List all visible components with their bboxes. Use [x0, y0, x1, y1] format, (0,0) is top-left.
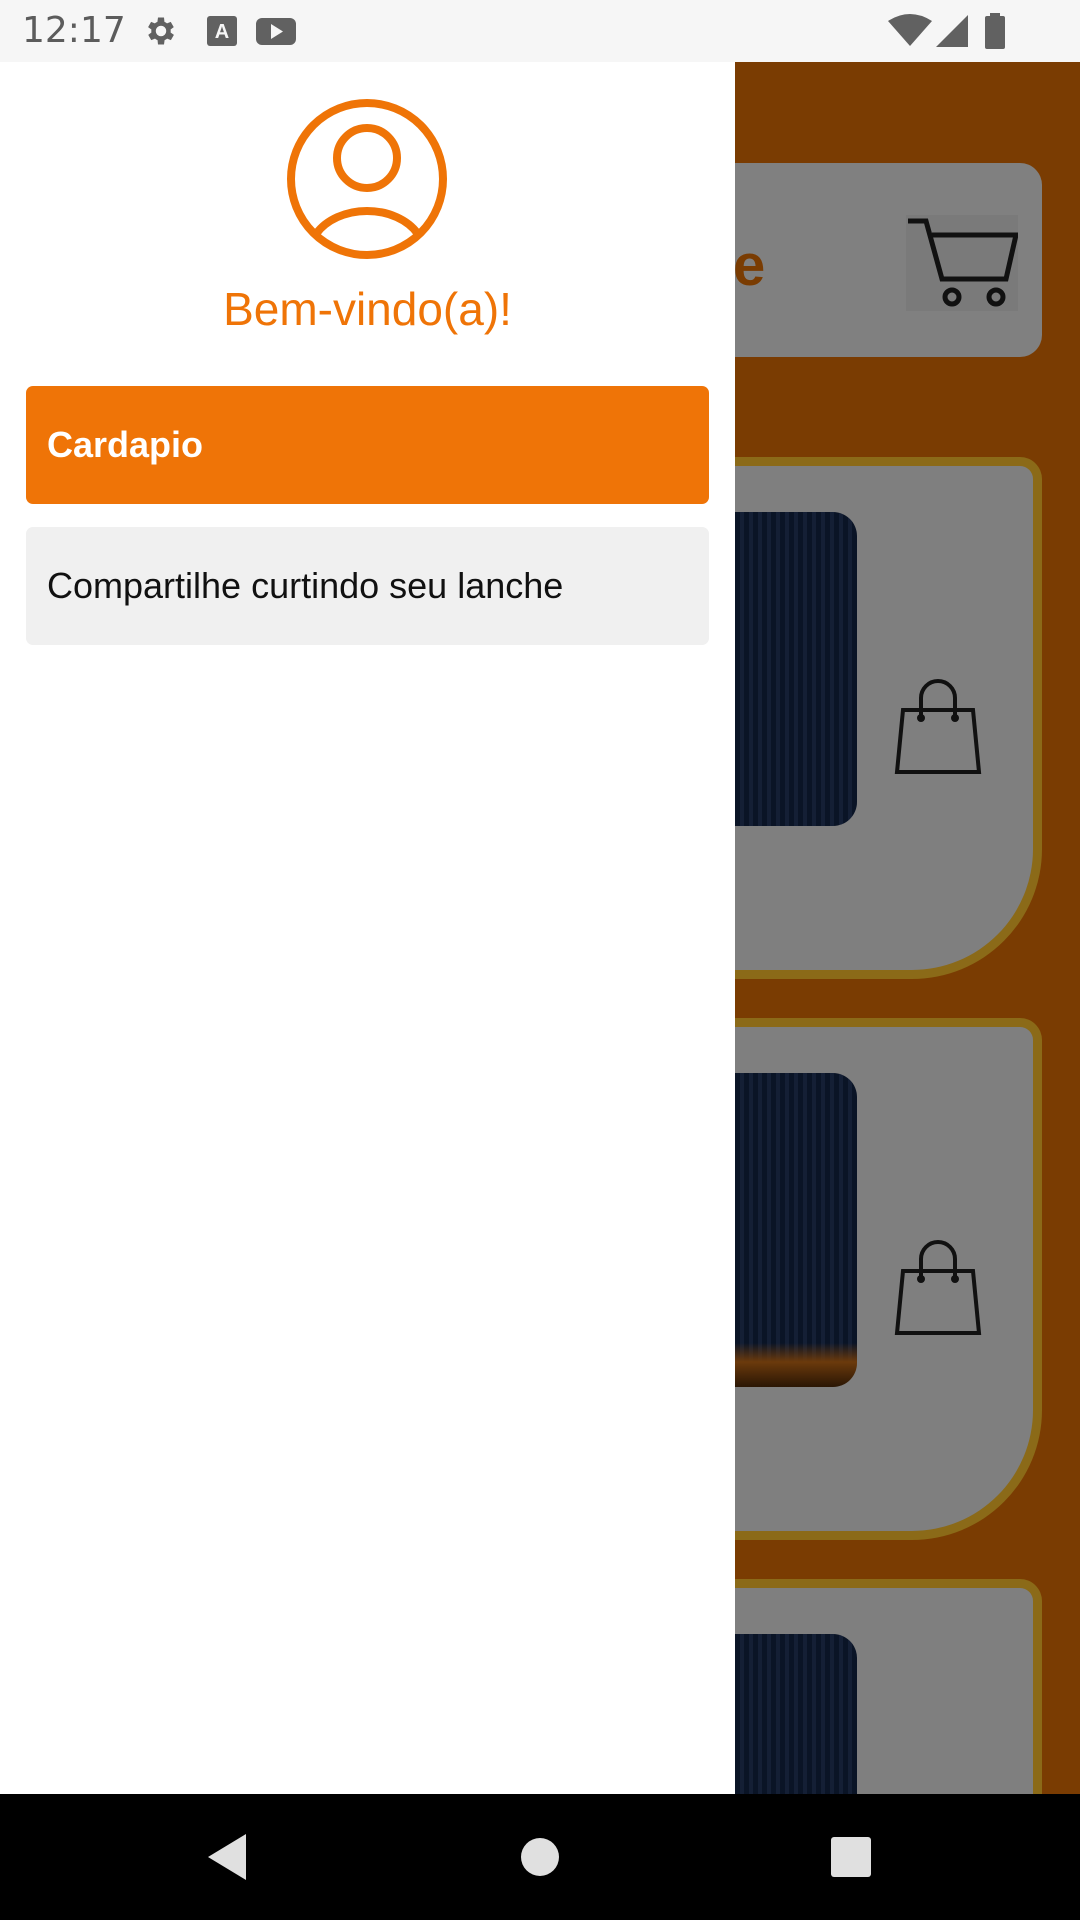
- menu-item-label: Compartilhe curtindo seu lanche: [47, 565, 564, 606]
- text-input-icon: A: [207, 16, 237, 46]
- recents-icon[interactable]: [830, 1832, 872, 1882]
- wifi-icon: [888, 14, 932, 46]
- menu-item-label: Cardapio: [47, 424, 204, 465]
- navigation-drawer: Bem-vindo(a)! Cardapio Compartilhe curti…: [0, 62, 735, 1794]
- navigation-bar: [0, 1794, 1080, 1920]
- battery-icon: [985, 13, 1005, 49]
- status-bar: 12:17 A: [0, 0, 1080, 62]
- home-icon[interactable]: [520, 1832, 560, 1882]
- svg-text:A: A: [215, 21, 229, 43]
- menu-item-cardapio[interactable]: Cardapio: [26, 386, 709, 504]
- signal-icon: [936, 15, 968, 47]
- status-time: 12:17: [22, 10, 126, 51]
- user-circle-icon: [287, 99, 447, 259]
- menu-item-compartilhe[interactable]: Compartilhe curtindo seu lanche: [26, 527, 709, 645]
- back-icon[interactable]: [204, 1832, 250, 1882]
- welcome-text: Bem-vindo(a)!: [223, 283, 512, 335]
- gear-icon: [148, 17, 174, 45]
- youtube-icon: [256, 18, 296, 45]
